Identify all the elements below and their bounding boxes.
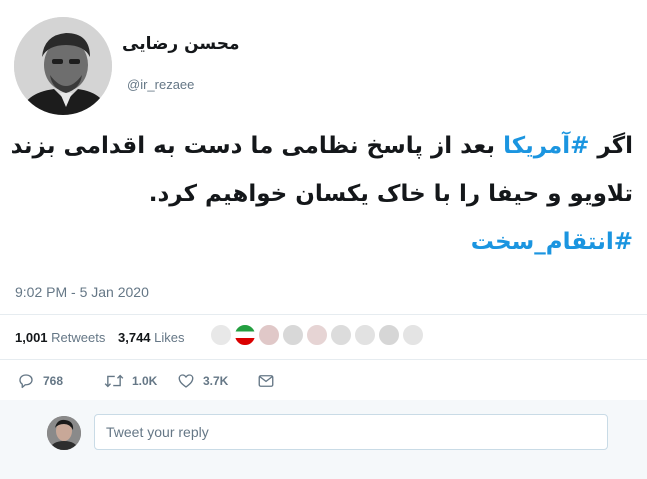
tweet-line-2: تلاویو و حیفا را با خاک یکسان خواهیم کرد… [148,181,633,207]
liker-avatar[interactable] [282,324,304,346]
like-count: 3.7K [203,374,229,388]
likes-label: Likes [154,330,185,345]
retweets-stat[interactable]: 1,001 Retweets [15,330,105,345]
heart-icon [178,374,194,388]
user-avatar-photo [47,416,81,450]
tweet-timestamp[interactable]: 9:02 PM - 5 Jan 2020 [15,284,149,300]
liker-avatar[interactable] [330,324,352,346]
divider [0,359,647,360]
tweet-line-1: اگر #آمریکا بعد از پاسخ نظامی ما دست به … [10,122,633,170]
reply-placeholder: Tweet your reply [106,424,209,440]
liker-avatar[interactable] [258,324,280,346]
retweet-button[interactable]: 1.0K [104,371,157,391]
tweet-text-segment: بعد از پاسخ نظامی ما دست به اقدامی بزند [10,133,504,159]
tweet-line-3: #انتقام_سخت [13,218,633,266]
current-user-avatar[interactable] [47,416,81,450]
reply-button[interactable]: 768 [17,371,63,391]
likes-count: 3,744 [118,330,151,345]
direct-message-button[interactable] [257,371,275,391]
reply-input[interactable]: Tweet your reply [94,414,608,450]
avatar-photo [14,17,112,115]
reply-icon [19,374,33,389]
liker-avatar[interactable] [378,324,400,346]
liker-avatar[interactable] [210,324,232,346]
reply-count: 768 [43,374,64,388]
liker-avatar[interactable] [306,324,328,346]
liker-avatar[interactable] [354,324,376,346]
liker-avatar[interactable] [402,324,424,346]
tweet-text: اگر #آمریکا بعد از پاسخ نظامی ما دست به … [10,122,633,266]
tweet-card: محسن رضایی @ir_rezaee اگر #آمریکا بعد از… [0,0,647,400]
tweet-text-segment: اگر [589,133,633,159]
envelope-icon [258,375,274,387]
engagement-stats: 1,001 Retweets 3,744 Likes [15,330,194,345]
author-avatar[interactable] [14,17,112,115]
divider [0,314,647,315]
retweets-label: Retweets [51,330,106,345]
author-display-name[interactable]: محسن رضایی [122,34,239,54]
liker-avatar[interactable] [234,324,256,346]
likes-stat[interactable]: 3,744 Likes [118,330,185,345]
retweets-count: 1,001 [15,330,48,345]
retweet-count: 1.0K [132,374,158,388]
author-handle[interactable]: @ir_rezaee [127,77,194,92]
hashtag-link-america[interactable]: #آمریکا [503,133,589,159]
hashtag-link-revenge[interactable]: #انتقام_سخت [471,229,633,255]
retweet-icon [104,374,124,388]
like-button[interactable]: 3.7K [177,371,228,391]
